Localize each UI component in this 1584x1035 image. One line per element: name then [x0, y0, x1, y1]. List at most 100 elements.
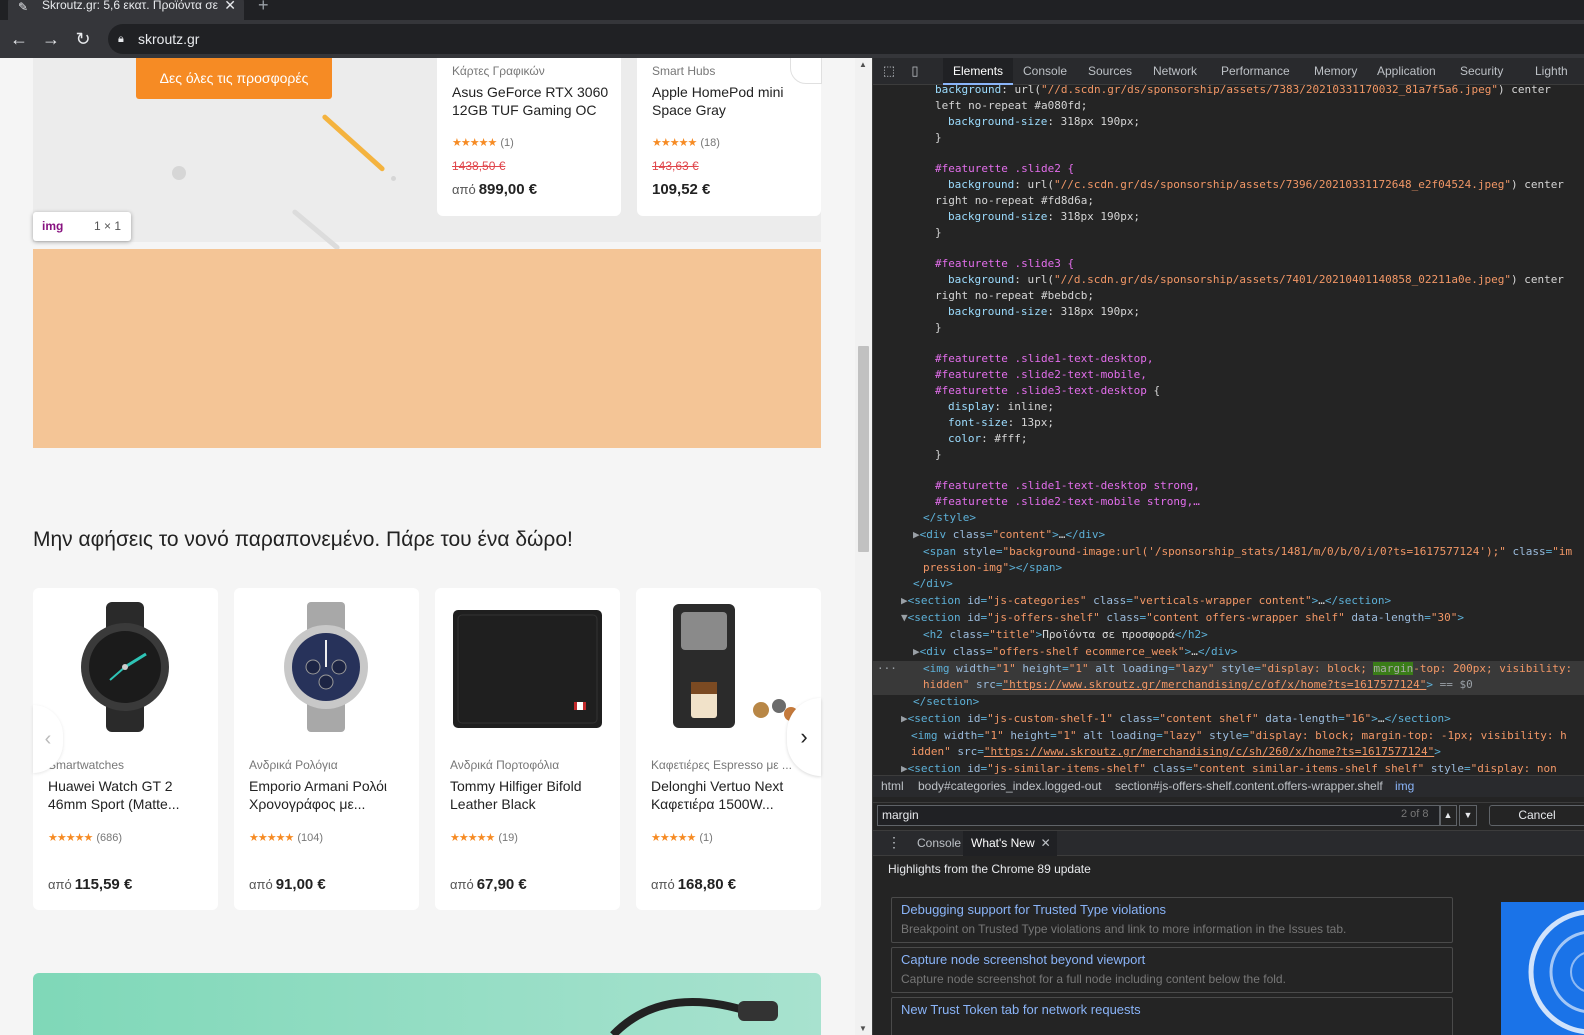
whats-new-item-title[interactable]: New Trust Token tab for network requests: [901, 1002, 1141, 1017]
product-name[interactable]: Asus GeForce RTX 3060: [452, 83, 608, 101]
code-line[interactable]: }: [935, 225, 942, 241]
code-line[interactable]: right no-repeat #fd8d6a;: [935, 193, 1094, 209]
code-line[interactable]: ▶<section id="js-categories" class="vert…: [901, 593, 1391, 609]
scroll-down-icon[interactable]: ▼: [859, 1024, 867, 1033]
code-line[interactable]: color: #fff;: [948, 431, 1027, 447]
close-drawer-tab-icon[interactable]: ✕: [1041, 831, 1051, 856]
inspect-element-icon[interactable]: ⬚: [881, 63, 897, 79]
tab-lighthouse[interactable]: Lighth: [1535, 58, 1568, 85]
code-line[interactable]: #featurette .slide3 {: [935, 256, 1074, 272]
scroll-up-icon[interactable]: ▲: [859, 60, 867, 69]
product-name[interactable]: Space Gray: [652, 101, 726, 119]
tab-memory[interactable]: Memory: [1314, 58, 1357, 85]
code-line[interactable]: </div>: [913, 576, 953, 592]
whats-new-item[interactable]: New Trust Token tab for network requests: [891, 997, 1453, 1035]
tab-performance[interactable]: Performance: [1221, 58, 1290, 85]
code-line[interactable]: ···: [877, 661, 897, 677]
product-name[interactable]: Delonghi Vertuo Next: [651, 777, 783, 795]
kebab-menu-icon[interactable]: ⋮: [887, 834, 901, 851]
product-name[interactable]: Leather Black: [450, 795, 536, 813]
wallet-image[interactable]: [450, 602, 605, 732]
device-toolbar-icon[interactable]: ▯: [907, 63, 923, 79]
reload-icon[interactable]: ↻: [71, 27, 95, 51]
code-line[interactable]: ▶<section id="js-custom-shelf-1" class="…: [901, 711, 1451, 727]
address-bar[interactable]: 🔒︎ skroutz.gr: [108, 24, 1584, 54]
code-line[interactable]: ▶<div class="content">…</div>: [913, 527, 1105, 543]
breadcrumb-item[interactable]: section#js-offers-shelf.content.offers-w…: [1115, 776, 1383, 797]
code-line[interactable]: left no-repeat #a080fd;: [935, 98, 1087, 114]
whats-new-item[interactable]: Capture node screenshot beyond viewport …: [891, 947, 1453, 993]
code-line[interactable]: background: url("//d.scdn.gr/ds/sponsors…: [935, 85, 1551, 98]
code-line[interactable]: font-size: 13px;: [948, 415, 1054, 431]
code-line[interactable]: <img width="1" height="1" alt loading="l…: [911, 728, 1567, 744]
browser-tab[interactable]: ✎ Skroutz.gr: 5,6 εκατ. Προϊόντα σε ✕: [8, 0, 244, 20]
coffee-machine-image[interactable]: [651, 602, 806, 732]
tab-sources[interactable]: Sources: [1088, 58, 1132, 85]
code-line[interactable]: <h2 class="title">Προϊόντα σε προσφορά</…: [923, 627, 1208, 643]
code-line-selected[interactable]: hidden" src="https://www.skroutz.gr/merc…: [923, 677, 1473, 693]
whats-new-item-title[interactable]: Debugging support for Trusted Type viola…: [901, 902, 1166, 917]
carousel-next-partial[interactable]: [790, 58, 822, 84]
product-name[interactable]: Emporio Armani Ρολόι: [249, 777, 387, 795]
search-prev-icon[interactable]: ▲: [1439, 805, 1457, 826]
code-line[interactable]: <span style="background-image:url('/spon…: [923, 544, 1572, 560]
breadcrumb-item[interactable]: html: [881, 776, 904, 797]
code-line[interactable]: }: [935, 447, 942, 463]
code-line[interactable]: ▶<section id="js-similar-items-shelf" cl…: [901, 761, 1557, 775]
product-card[interactable]: Ανδρικά Πορτοφόλια Tommy Hilfiger Bifold…: [435, 588, 620, 910]
search-input[interactable]: margin: [877, 805, 1441, 826]
wristwatch-image[interactable]: [249, 602, 404, 732]
promo-banner[interactable]: [33, 973, 821, 1035]
new-tab-icon[interactable]: +: [258, 0, 269, 16]
tab-console[interactable]: Console: [1023, 58, 1067, 85]
code-line[interactable]: background: url("//d.scdn.gr/ds/sponsors…: [948, 272, 1564, 288]
tab-network[interactable]: Network: [1153, 58, 1197, 85]
code-line-selected[interactable]: <img width="1" height="1" alt loading="l…: [923, 661, 1572, 677]
code-line[interactable]: #featurette .slide2-text-mobile,: [935, 367, 1147, 383]
back-icon[interactable]: ←: [7, 27, 31, 51]
code-line[interactable]: right no-repeat #bebdcb;: [935, 288, 1094, 304]
tab-elements[interactable]: Elements: [943, 58, 1014, 85]
scrollbar-thumb[interactable]: [858, 346, 869, 552]
code-line[interactable]: #featurette .slide2-text-mobile strong,…: [935, 494, 1200, 510]
code-line[interactable]: }: [935, 130, 942, 146]
product-name[interactable]: Huawei Watch GT 2: [48, 777, 173, 795]
breadcrumb-item[interactable]: body#categories_index.logged-out: [918, 776, 1101, 797]
breadcrumb-item[interactable]: img: [1395, 776, 1414, 797]
drawer-tab-console[interactable]: Console: [909, 831, 969, 856]
code-line[interactable]: ▼<section id="js-offers-shelf" class="co…: [901, 610, 1464, 626]
product-name[interactable]: 46mm Sport (Matte...: [48, 795, 179, 813]
product-card[interactable]: Smart Hubs Apple HomePod mini Space Gray…: [637, 58, 821, 216]
tab-security[interactable]: Security: [1460, 58, 1503, 85]
code-line[interactable]: background-size: 318px 190px;: [948, 209, 1140, 225]
whats-new-item-title[interactable]: Capture node screenshot beyond viewport: [901, 952, 1145, 967]
search-next-icon[interactable]: ▼: [1459, 805, 1477, 826]
product-card[interactable]: Κάρτες Γραφικών Asus GeForce RTX 3060 12…: [437, 58, 621, 216]
code-line[interactable]: #featurette .slide1-text-desktop strong,: [935, 478, 1200, 494]
code-line[interactable]: ▶<div class="offers-shelf ecommerce_week…: [913, 644, 1238, 660]
code-line[interactable]: #featurette .slide1-text-desktop,: [935, 351, 1154, 367]
product-card[interactable]: Ανδρικά Ρολόγια Emporio Armani Ρολόι Χρο…: [234, 588, 419, 910]
code-line[interactable]: pression-img"></span>: [923, 560, 1062, 576]
smartwatch-image[interactable]: [48, 602, 203, 732]
code-line[interactable]: </section>: [913, 694, 979, 710]
tab-application[interactable]: Application: [1377, 58, 1436, 85]
product-name[interactable]: Καφετιέρα 1500W...: [651, 795, 774, 813]
code-line[interactable]: #featurette .slide2 {: [935, 161, 1074, 177]
product-name[interactable]: 12GB TUF Gaming OC: [452, 101, 596, 119]
product-name[interactable]: Tommy Hilfiger Bifold: [450, 777, 581, 795]
view-all-offers-button[interactable]: Δες όλες τις προσφορές: [136, 58, 332, 99]
product-name[interactable]: Χρονογράφος με...: [249, 795, 365, 813]
code-line[interactable]: #featurette .slide3-text-desktop {: [935, 383, 1160, 399]
code-line[interactable]: }: [935, 320, 942, 336]
forward-icon[interactable]: →: [39, 27, 63, 51]
product-name[interactable]: Apple HomePod mini: [652, 83, 784, 101]
code-line[interactable]: background-size: 318px 190px;: [948, 114, 1140, 130]
code-line[interactable]: </style>: [923, 510, 976, 526]
code-line[interactable]: background: url("//c.scdn.gr/ds/sponsors…: [948, 177, 1564, 193]
page-scrollbar[interactable]: ▲ ▼: [855, 58, 872, 1035]
whats-new-item[interactable]: Debugging support for Trusted Type viola…: [891, 897, 1453, 943]
drawer-tab-whats-new[interactable]: What's New ✕: [963, 831, 1057, 856]
cancel-search-button[interactable]: Cancel: [1489, 805, 1584, 826]
code-line[interactable]: display: inline;: [948, 399, 1054, 415]
